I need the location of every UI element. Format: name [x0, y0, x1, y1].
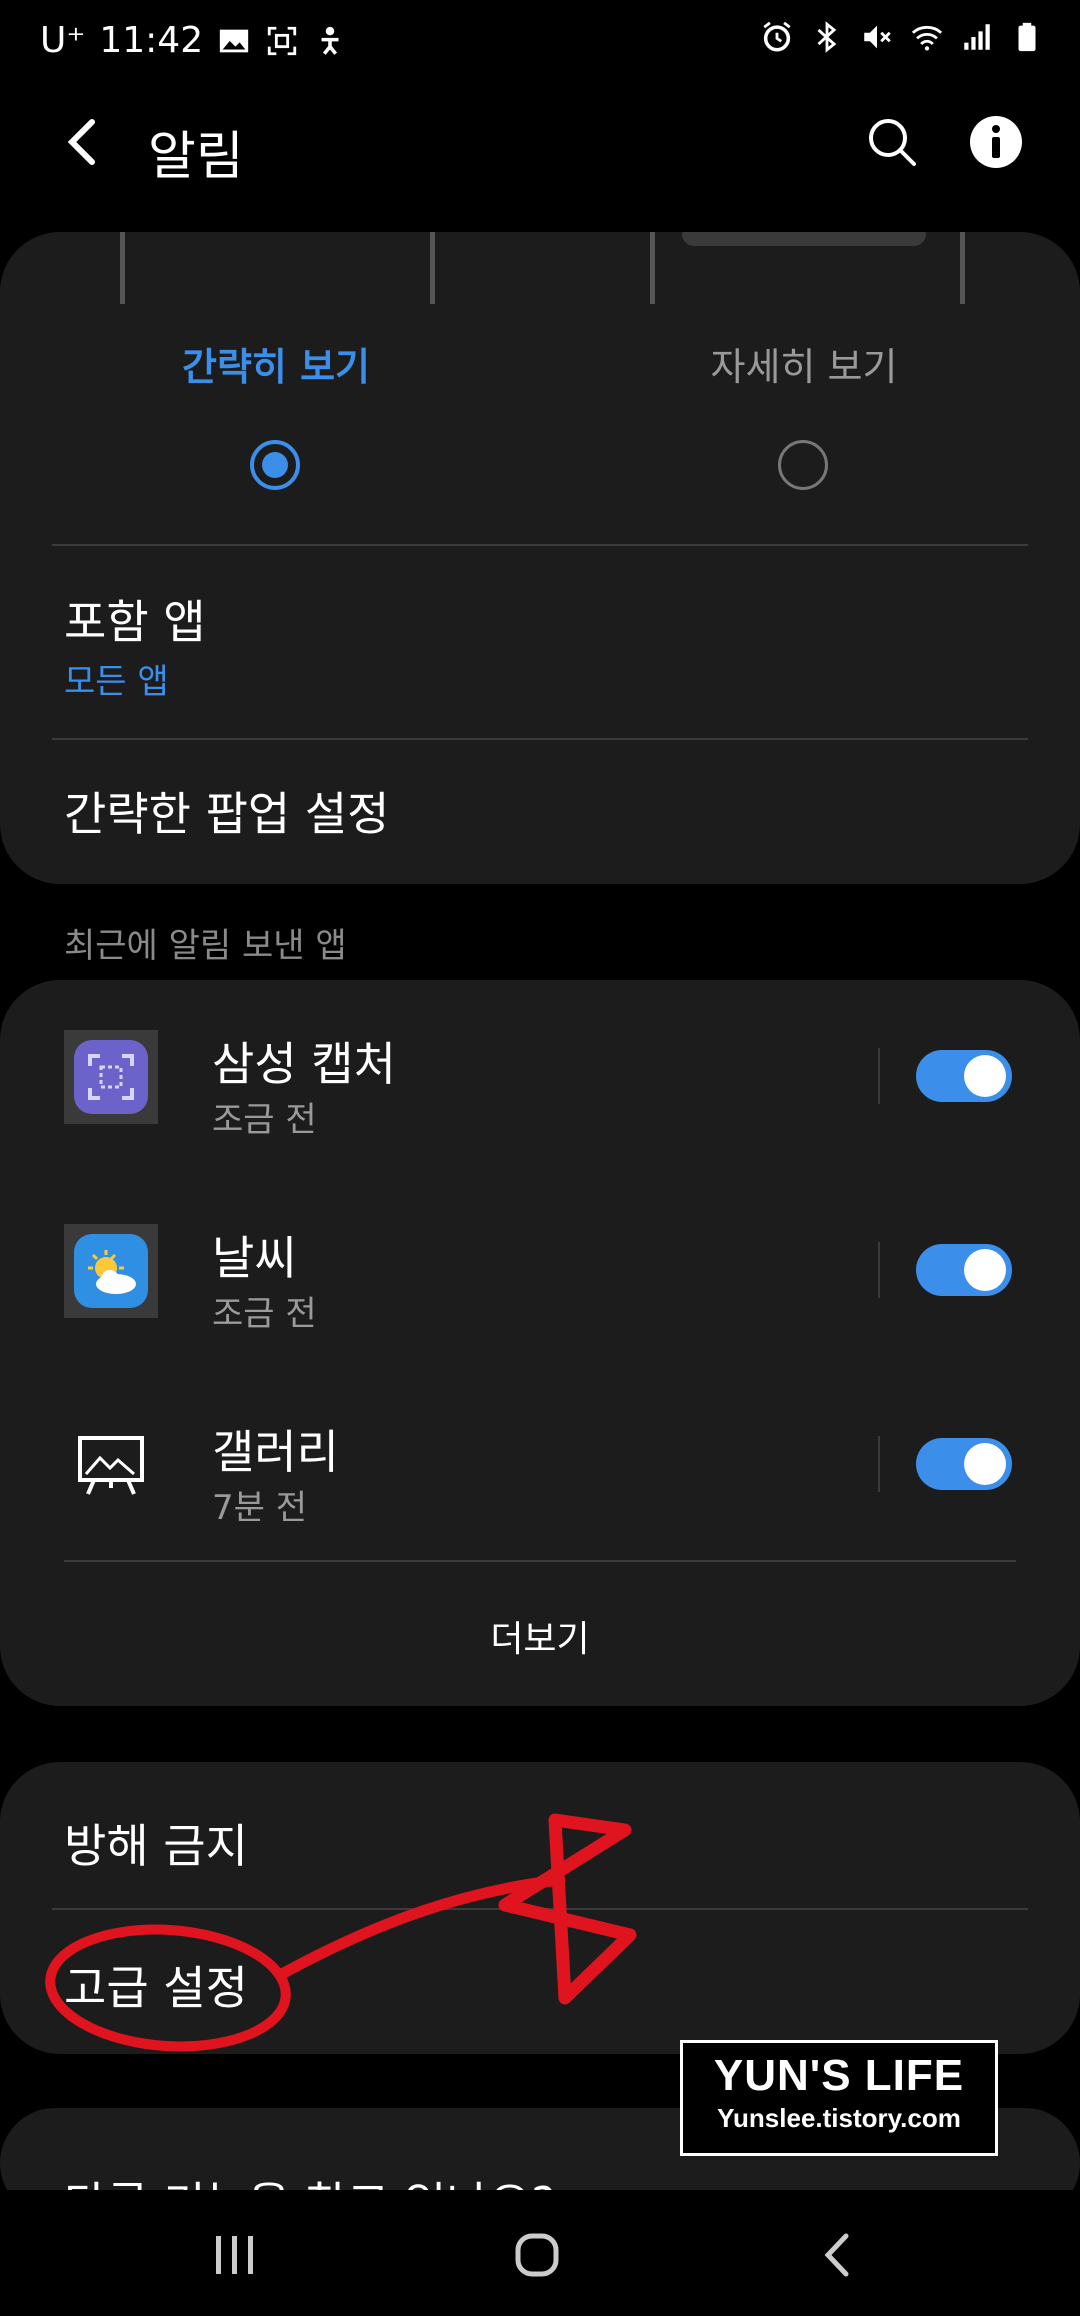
back-nav-icon[interactable]	[804, 2220, 874, 2290]
radio-detail[interactable]	[778, 440, 828, 490]
simple-preview-image[interactable]	[120, 232, 435, 304]
included-apps-title: 포함 앱	[64, 595, 206, 649]
battery-icon	[1018, 22, 1036, 52]
section-header-recent: 최근에 알림 보낸 앱	[64, 926, 347, 966]
more-button[interactable]: 더보기	[0, 1610, 1080, 1662]
brief-popup-settings[interactable]: 간략한 팝업 설정	[64, 778, 389, 844]
navigation-bar	[0, 2190, 1080, 2316]
accessibility-icon	[321, 26, 339, 55]
vertical-divider	[878, 1048, 880, 1104]
status-bar: U⁺ 11:42	[0, 0, 1080, 84]
toggle-switch[interactable]	[916, 1050, 1012, 1102]
radio-simple[interactable]	[250, 440, 300, 490]
gallery-icon	[64, 1418, 158, 1512]
info-icon[interactable]	[966, 112, 1026, 172]
image-icon	[219, 29, 249, 52]
recent-apps-icon[interactable]	[200, 2220, 270, 2290]
watermark-title: YUN'S LIFE	[713, 2051, 965, 2100]
bluetooth-icon	[817, 21, 837, 53]
page-title: 알림	[148, 127, 244, 187]
app-name: 날씨	[212, 1231, 297, 1285]
mute-icon	[864, 25, 891, 49]
vertical-divider	[878, 1242, 880, 1298]
watermark-logo: YUN'S LIFE Yunslee.tistory.com	[680, 2040, 998, 2156]
toggle-switch[interactable]	[916, 1438, 1012, 1490]
samsung-capture-icon	[64, 1030, 158, 1124]
app-name: 삼성 캡처	[212, 1037, 396, 1091]
app-name: 갤러리	[212, 1425, 339, 1479]
app-time: 조금 전	[212, 1294, 317, 1334]
app-time: 조금 전	[212, 1100, 317, 1140]
toggle-switch[interactable]	[916, 1244, 1012, 1296]
recent-apps-card: 삼성 캡처 조금 전 날씨 조금 전 갤러리 7분 전 더보기	[0, 980, 1080, 1706]
divider	[52, 738, 1028, 740]
carrier-label: U⁺	[40, 20, 86, 61]
notification-style-card: 간략히 보기 자세히 보기 포함 앱 모든 앱 간략한 팝업 설정	[0, 232, 1080, 884]
divider	[52, 544, 1028, 546]
back-arrow-icon[interactable]	[52, 110, 116, 174]
alarm-icon	[763, 21, 791, 52]
screenshot-icon	[267, 26, 297, 55]
wifi-icon	[911, 25, 943, 51]
weather-icon	[64, 1224, 158, 1318]
search-icon[interactable]	[862, 112, 922, 172]
settings-card: 방해 금지 고급 설정	[0, 1762, 1080, 2054]
clock: 11:42	[99, 20, 204, 61]
signal-icon	[964, 24, 990, 50]
vertical-divider	[878, 1436, 880, 1492]
app-time: 7분 전	[212, 1488, 307, 1528]
included-apps-value: 모든 앱	[64, 662, 169, 702]
do-not-disturb-item[interactable]: 방해 금지	[64, 1810, 248, 1876]
advanced-settings-item[interactable]: 고급 설정	[64, 1952, 248, 2018]
option-detail-label[interactable]: 자세히 보기	[604, 336, 1004, 391]
watermark-url: Yunslee.tistory.com	[717, 2103, 961, 2133]
home-icon[interactable]	[502, 2220, 572, 2290]
option-simple-label[interactable]: 간략히 보기	[76, 336, 476, 391]
divider	[64, 1560, 1016, 1562]
divider	[52, 1908, 1028, 1910]
preview-notch	[682, 232, 926, 246]
app-bar: 알림	[0, 92, 1080, 192]
